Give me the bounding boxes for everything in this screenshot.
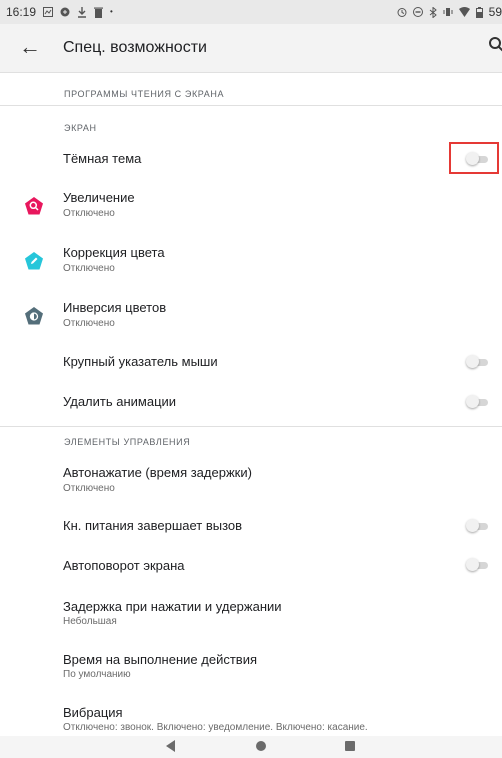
setting-auto-rotate[interactable]: Автоповорот экрана — [0, 550, 502, 584]
setting-touch-hold-delay-title: Задержка при нажатии и удержании — [63, 599, 282, 614]
status-bar: 16:19 • 59 — [0, 0, 502, 24]
alarm-icon — [397, 8, 407, 17]
setting-color-inversion[interactable]: Инверсия цветов Отключено — [0, 290, 502, 338]
status-right: 59 — [397, 5, 502, 19]
setting-color-correction-summary: Отключено — [63, 263, 115, 274]
setting-color-correction[interactable]: Коррекция цвета Отключено — [0, 235, 502, 283]
setting-remove-animations[interactable]: Удалить анимации — [0, 385, 502, 419]
nav-home-icon[interactable] — [256, 741, 266, 751]
nav-back-icon[interactable] — [166, 740, 175, 752]
more-notifications-dot: • — [110, 7, 113, 16]
divider — [0, 105, 502, 106]
setting-vibration-title: Вибрация — [63, 705, 123, 720]
battery-percent: 59 — [488, 5, 502, 19]
setting-autoclick[interactable]: Автонажатие (время задержки) Отключено — [0, 455, 502, 503]
setting-dark-theme-title: Тёмная тема — [63, 151, 142, 166]
search-icon[interactable] — [488, 36, 502, 54]
image-notification-icon — [43, 7, 54, 17]
setting-autoclick-title: Автонажатие (время задержки) — [63, 465, 252, 480]
setting-auto-rotate-title: Автоповорот экрана — [63, 558, 185, 573]
setting-dark-theme[interactable]: Тёмная тема — [0, 140, 502, 176]
setting-power-ends-call-title: Кн. питания завершает вызов — [63, 518, 243, 533]
auto-rotate-toggle[interactable] — [466, 558, 490, 572]
section-header-screen-readers: ПРОГРАММЫ ЧТЕНИЯ С ЭКРАНА — [64, 89, 225, 99]
dnd-icon — [412, 7, 423, 17]
setting-color-inversion-summary: Отключено — [63, 318, 115, 329]
wifi-icon — [458, 7, 470, 17]
section-header-screen: ЭКРАН — [64, 123, 97, 133]
setting-power-ends-call[interactable]: Кн. питания завершает вызов — [0, 509, 502, 543]
highlight-box — [449, 142, 499, 174]
app-notification-icon — [60, 7, 70, 17]
app-bar: ← Спец. возможности — [0, 24, 502, 73]
setting-time-to-act-summary: По умолчанию — [63, 669, 131, 680]
setting-magnification-title: Увеличение — [63, 190, 135, 205]
setting-magnification-summary: Отключено — [63, 208, 115, 219]
setting-large-pointer[interactable]: Крупный указатель мыши — [0, 345, 502, 379]
trash-icon — [94, 7, 104, 18]
setting-vibration[interactable]: Вибрация Отключено: звонок. Включено: ув… — [0, 698, 502, 736]
divider — [0, 426, 502, 427]
vibrate-icon — [443, 8, 453, 16]
contrast-icon — [25, 307, 43, 325]
nav-recents-icon[interactable] — [345, 741, 355, 751]
bluetooth-icon — [429, 6, 437, 18]
navigation-bar — [0, 736, 502, 758]
magnify-icon — [25, 197, 43, 215]
toggle-thumb — [466, 558, 479, 571]
remove-animations-toggle[interactable] — [466, 395, 490, 409]
setting-autoclick-summary: Отключено — [63, 483, 115, 494]
setting-touch-hold-delay-summary: Небольшая — [63, 616, 117, 627]
toggle-thumb — [466, 395, 479, 408]
toggle-thumb — [466, 519, 479, 532]
pencil-icon — [25, 252, 43, 270]
toggle-thumb — [466, 355, 479, 368]
setting-time-to-act-title: Время на выполнение действия — [63, 652, 257, 667]
setting-touch-hold-delay[interactable]: Задержка при нажатии и удержании Небольш… — [0, 590, 502, 638]
setting-vibration-summary: Отключено: звонок. Включено: уведомление… — [63, 722, 368, 733]
setting-remove-animations-title: Удалить анимации — [63, 394, 177, 409]
setting-color-correction-title: Коррекция цвета — [63, 245, 165, 260]
setting-time-to-act[interactable]: Время на выполнение действия По умолчани… — [0, 645, 502, 693]
back-arrow-icon[interactable]: ← — [19, 33, 41, 61]
power-ends-call-toggle[interactable] — [466, 519, 490, 533]
status-left: 16:19 • — [6, 5, 113, 19]
status-time: 16:19 — [6, 5, 37, 19]
battery-icon — [475, 6, 483, 18]
page-title: Спец. возможности — [63, 39, 207, 56]
setting-color-inversion-title: Инверсия цветов — [63, 300, 167, 315]
section-header-controls: ЭЛЕМЕНТЫ УПРАВЛЕНИЯ — [64, 437, 191, 447]
download-icon — [78, 6, 87, 18]
setting-large-pointer-title: Крупный указатель мыши — [63, 354, 218, 369]
large-pointer-toggle[interactable] — [466, 355, 490, 369]
setting-magnification[interactable]: Увеличение Отключено — [0, 180, 502, 228]
